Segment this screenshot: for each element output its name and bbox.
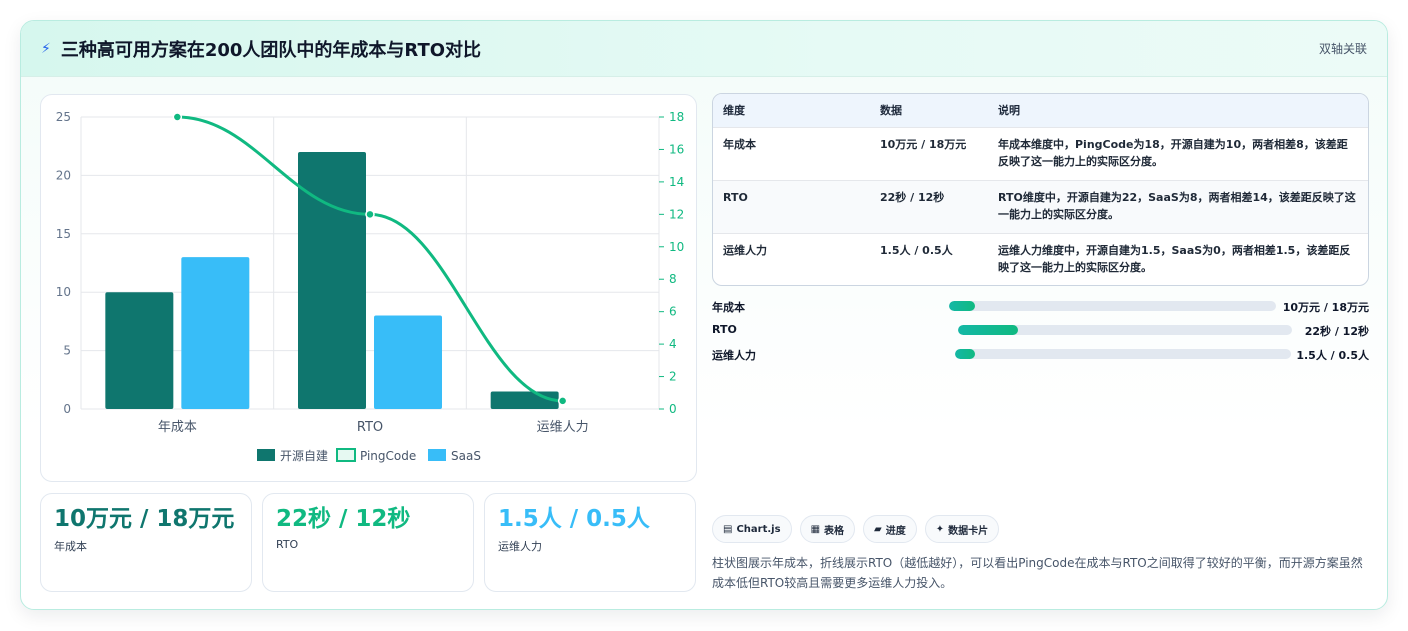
card-header: ⚡ 三种高可用方案在200人团队中的年成本与RTO对比 双轴关联: [21, 21, 1387, 77]
card-title: 三种高可用方案在200人团队中的年成本与RTO对比: [60, 39, 482, 61]
cell-note: 年成本维度中，PingCode为18，开源自建为10，两者相差8，该差距反映了这…: [988, 126, 1368, 180]
bar-open-source: [298, 152, 366, 409]
tag-label: Chart.js: [736, 523, 781, 535]
y-right-tick-label: 4: [669, 337, 677, 351]
x-tick-label: 年成本: [158, 420, 197, 435]
legend-swatch: [336, 448, 356, 462]
cell-note: 运维人力维度中，开源自建为1.5，SaaS为0，两者相差1.5，该差距反映了这一…: [988, 232, 1368, 285]
legend-swatch: [428, 449, 446, 461]
chart-svg: 0 5 10 15 20 25 0 2 4 6 8 10 12 14 16 18 年成本 RTO 运维人力开源自建 P…: [56, 110, 685, 463]
stat-value: 10万元 / 18万元: [54, 506, 235, 532]
x-tick-label: RTO: [357, 420, 383, 435]
table-icon: ▦: [810, 523, 821, 535]
tag-label: 数据卡片: [948, 525, 989, 537]
cell-data: 22秒 / 12秒: [870, 179, 988, 233]
y-left-tick-label: 10: [56, 285, 71, 299]
bar-saas: [374, 315, 442, 409]
stat-card-cost: 10万元 / 18万元 年成本: [40, 493, 252, 592]
point-pingcode: [172, 112, 183, 122]
tag-data-card[interactable]: ✦ 数据卡片: [924, 515, 1000, 543]
stat-card-ops: 1.5人 / 0.5人 运维人力: [484, 493, 696, 592]
progress-icon: ▰: [874, 523, 882, 535]
stat-value: 22秒 / 12秒: [276, 506, 411, 532]
table-row: 年成本 10万元 / 18万元 年成本维度中，PingCode为18，开源自建为…: [713, 126, 1368, 180]
y-left-tick-label: 20: [56, 168, 71, 182]
y-right-tick-label: 16: [669, 142, 684, 156]
tag-table[interactable]: ▦ 表格: [799, 515, 856, 543]
y-right-tick-label: 0: [669, 402, 677, 416]
progress-label: 年成本: [712, 301, 745, 314]
cell-data: 10万元 / 18万元: [870, 126, 988, 180]
tag-label: 表格: [824, 525, 845, 537]
progress-track: [958, 325, 1292, 335]
stat-label: 年成本: [54, 540, 87, 553]
y-right-tick-label: 14: [669, 175, 684, 189]
progress-track: [955, 349, 1291, 359]
legend-label: PingCode: [360, 449, 416, 463]
progress-row: 运维人力 1.5人 / 0.5人: [712, 345, 1369, 369]
progress-value: 22秒 / 12秒: [1304, 325, 1369, 338]
progress-track: [949, 301, 1276, 311]
header-data: 数据: [880, 104, 902, 118]
stat-label: 运维人力: [498, 540, 542, 553]
progress-fill: [949, 301, 976, 311]
y-right-tick-label: 6: [669, 305, 677, 319]
bar-saas: [181, 257, 250, 409]
cell-note: RTO维度中，开源自建为22，SaaS为8，两者相差14，该差距反映了这一能力上…: [988, 179, 1368, 233]
cell-dimension: 年成本: [713, 126, 870, 180]
lightning-icon: ⚡: [41, 40, 51, 57]
combo-chart: 0 5 10 15 20 25 0 2 4 6 8 10 12 14 16 18 年成本 RTO 运维人力开源自建 P…: [40, 94, 697, 482]
y-left-tick-label: 25: [56, 110, 71, 124]
y-right-tick-label: 2: [669, 370, 677, 384]
chart-description: 柱状图展示年成本，折线展示RTO（越低越好），可以看出PingCode在成本与R…: [712, 556, 1363, 590]
y-left-tick-label: 5: [63, 344, 71, 358]
tag-chartjs[interactable]: ▤ Chart.js: [712, 515, 792, 543]
dashboard-card: ⚡ 三种高可用方案在200人团队中的年成本与RTO对比 双轴关联 0 5 10 15 2…: [20, 20, 1388, 610]
legend-label: 开源自建: [280, 449, 328, 463]
cell-data: 1.5人 / 0.5人: [870, 232, 988, 285]
header-dimension: 维度: [723, 104, 745, 118]
progress-row: 年成本 10万元 / 18万元: [712, 297, 1369, 321]
stat-label: RTO: [276, 538, 299, 551]
progress-fill: [955, 349, 976, 359]
table-row: 运维人力 1.5人 / 0.5人 运维人力维度中，开源自建为1.5，SaaS为0…: [713, 232, 1368, 285]
progress-label: 运维人力: [712, 349, 756, 362]
y-left-tick-label: 15: [56, 227, 71, 241]
tag-list: ▤ Chart.js ▦ 表格 ▰ 进度 ✦ 数据卡片: [712, 515, 1000, 543]
point-pingcode: [557, 396, 568, 406]
legend-swatch: [257, 449, 275, 461]
progress-value: 10万元 / 18万元: [1282, 301, 1369, 314]
y-right-tick-label: 10: [669, 240, 684, 254]
bar-open-source: [105, 292, 174, 409]
progress-row: RTO 22秒 / 12秒: [712, 321, 1369, 345]
progress-list: 年成本 10万元 / 18万元 RTO 22秒 / 12秒 运维人力 1.5人 …: [712, 297, 1369, 369]
y-left-tick-label: 0: [63, 402, 71, 416]
tag-progress[interactable]: ▰ 进度: [863, 515, 917, 543]
y-right-tick-label: 12: [669, 207, 684, 221]
y-right-tick-label: 18: [669, 110, 684, 124]
point-pingcode: [365, 209, 375, 220]
data-table: 维度 数据 说明 年成本 10万元 / 18万元 年成本维度中，PingCode…: [712, 93, 1369, 286]
cell-dimension: RTO: [713, 179, 870, 233]
y-right-tick-label: 8: [669, 272, 677, 286]
sparkle-icon: ✦: [935, 523, 945, 535]
progress-fill: [958, 325, 1019, 335]
table-row: RTO 22秒 / 12秒 RTO维度中，开源自建为22，SaaS为8，两者相差…: [713, 179, 1368, 233]
dual-axis-link[interactable]: 双轴关联: [1319, 40, 1367, 57]
cell-dimension: 运维人力: [713, 232, 870, 285]
chart-icon: ▤: [723, 523, 733, 535]
progress-value: 1.5人 / 0.5人: [1296, 349, 1369, 362]
header-note: 说明: [998, 104, 1020, 118]
legend-label: SaaS: [451, 449, 481, 463]
table-header-row: 维度 数据 说明: [713, 94, 1368, 127]
x-tick-label: 运维人力: [537, 420, 589, 435]
progress-label: RTO: [712, 323, 737, 336]
stat-card-rto: 22秒 / 12秒 RTO: [262, 493, 474, 592]
stat-value: 1.5人 / 0.5人: [498, 506, 650, 532]
tag-label: 进度: [885, 525, 906, 537]
